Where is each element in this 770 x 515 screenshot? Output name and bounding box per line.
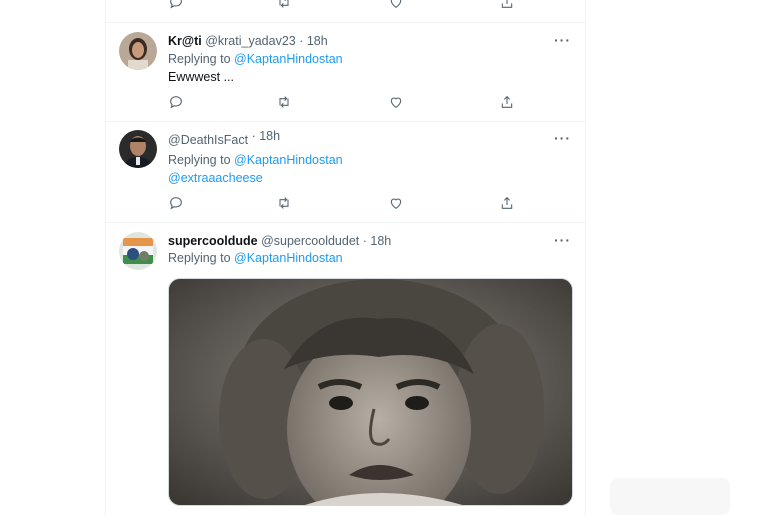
user-handle[interactable]: @DeathIsFact (168, 133, 248, 147)
replying-to: Replying to @KaptanHindostan (168, 251, 343, 265)
tweet-item[interactable]: Kr@ti @krati_yadav23 · 18h ··· Replying … (106, 22, 585, 121)
retweet-icon[interactable] (276, 94, 294, 112)
timestamp[interactable]: · 18h (363, 234, 392, 248)
mention-link[interactable]: @KaptanHindostan (234, 153, 343, 167)
like-icon[interactable] (388, 195, 406, 213)
user-handle[interactable]: @krati_yadav23 (205, 34, 296, 48)
tweet-header: @DeathIsFact · 18h (168, 129, 280, 147)
replying-label: Replying to (168, 52, 231, 66)
mention-link[interactable]: @KaptanHindostan (234, 52, 343, 66)
like-icon[interactable] (388, 0, 406, 12)
share-icon[interactable] (499, 0, 517, 12)
retweet-icon[interactable] (276, 0, 294, 12)
tweet-text[interactable]: @extraaacheese (168, 171, 263, 185)
reply-icon[interactable] (168, 94, 186, 112)
tweet-item[interactable]: @DeathIsFact · 18h ··· Replying to @Kapt… (106, 121, 585, 222)
mention-link[interactable]: @KaptanHindostan (234, 251, 343, 265)
tweet-actions (168, 195, 513, 213)
background-blur (610, 478, 730, 515)
child-photo-image (169, 279, 572, 505)
retweet-icon[interactable] (276, 195, 294, 213)
timeline-column: Kr@ti @krati_yadav23 · 18h ··· Replying … (105, 0, 586, 515)
display-name[interactable]: Kr@ti (168, 34, 202, 48)
reply-icon[interactable] (168, 195, 186, 213)
like-icon[interactable] (388, 94, 406, 112)
replying-to: Replying to @KaptanHindostan (168, 153, 343, 167)
tweet-actions (168, 94, 513, 112)
more-options-icon[interactable]: ··· (554, 232, 571, 248)
user-handle[interactable]: @supercooldudet (261, 234, 359, 248)
more-options-icon[interactable]: ··· (554, 130, 571, 146)
tweet-media-image[interactable] (168, 278, 573, 506)
timestamp[interactable]: · 18h (299, 34, 328, 48)
avatar[interactable] (119, 232, 157, 270)
previous-tweet-actions (168, 0, 513, 12)
tweet-header: Kr@ti @krati_yadav23 · 18h (168, 34, 328, 48)
avatar[interactable] (119, 32, 157, 70)
replying-label: Replying to (168, 153, 231, 167)
avatar[interactable] (119, 130, 157, 168)
timestamp[interactable]: · 18h (252, 129, 281, 143)
replying-to: Replying to @KaptanHindostan (168, 52, 343, 66)
replying-label: Replying to (168, 251, 231, 265)
reply-icon[interactable] (168, 0, 186, 12)
more-options-icon[interactable]: ··· (554, 32, 571, 48)
tweet-text: Ewwwest ... (168, 70, 234, 84)
display-name[interactable]: supercooldude (168, 234, 258, 248)
share-icon[interactable] (499, 195, 517, 213)
share-icon[interactable] (499, 94, 517, 112)
tweet-header: supercooldude @supercooldudet · 18h (168, 234, 391, 248)
